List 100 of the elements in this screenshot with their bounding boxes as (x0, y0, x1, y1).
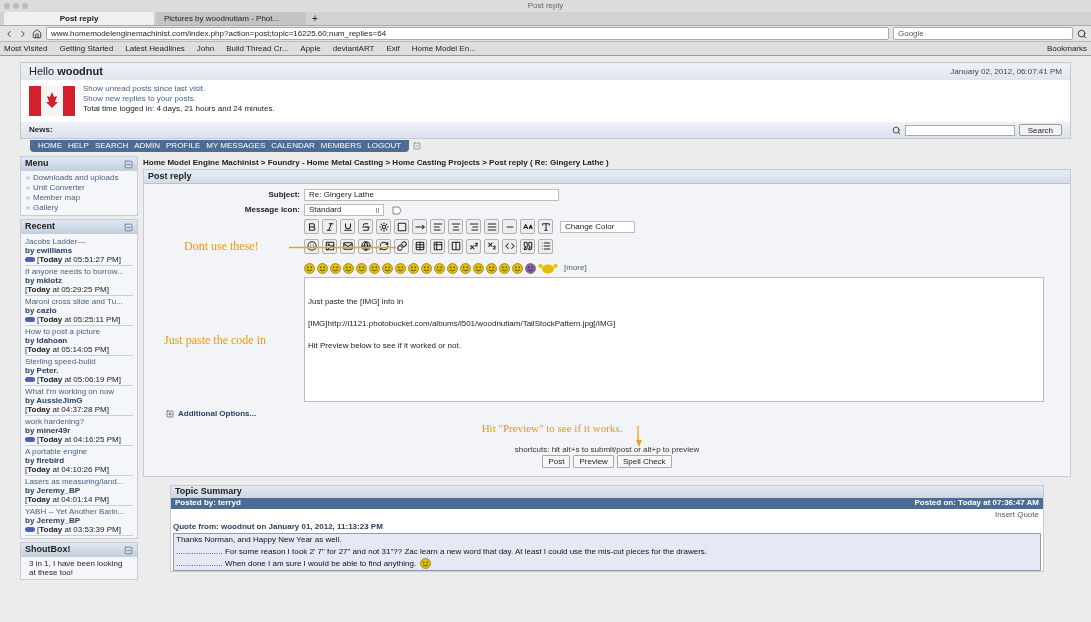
more-link[interactable]: [more] (564, 262, 587, 274)
form-button[interactable]: Spell Check (616, 454, 672, 468)
topic-link[interactable]: Lasers as measuring/land... (25, 477, 133, 486)
browser-tab[interactable]: Post reply (4, 12, 154, 25)
table-row-icon[interactable] (430, 238, 445, 254)
align-center-icon[interactable] (448, 219, 463, 234)
code-icon[interactable] (502, 238, 517, 254)
header-link[interactable]: Show unread posts since last visit. (83, 84, 206, 93)
topic-link[interactable]: work hardening? (25, 417, 133, 426)
new-tab-button[interactable]: + (308, 13, 322, 25)
table-icon[interactable] (412, 238, 427, 254)
topic-link[interactable]: If anyone needs to borrow... (25, 267, 133, 276)
align-left-icon[interactable] (430, 219, 445, 234)
author-link[interactable]: by Jeremy_BP (25, 516, 133, 525)
italic-icon[interactable] (322, 219, 337, 234)
search-icon[interactable] (891, 125, 901, 135)
form-button[interactable]: Post (542, 454, 571, 468)
message-icon-select[interactable]: Standard (304, 204, 384, 216)
superscript-icon[interactable] (466, 238, 481, 254)
expand-icon[interactable] (166, 410, 174, 418)
topic-link[interactable]: YABH -- Yet Another Barin... (25, 507, 133, 516)
link-icon[interactable] (394, 238, 409, 254)
underline-icon[interactable] (340, 219, 355, 234)
menu-link[interactable]: Gallery (33, 203, 59, 213)
author-link[interactable]: by Peter. (25, 366, 133, 375)
author-link[interactable]: by ewilliams (25, 246, 133, 255)
post-time: [Today at 05:29:25 PM] (25, 285, 109, 294)
additional-options-link[interactable]: Additional Options... (178, 408, 257, 420)
author-link[interactable]: by miner49r (25, 426, 133, 435)
topic-link[interactable]: Sterling speed-build (25, 357, 133, 366)
refresh-icon[interactable] (376, 238, 391, 254)
annotation-text: Dont use these! (183, 238, 260, 255)
menu-link[interactable]: Unit Converter (33, 183, 85, 193)
bookmark-item[interactable]: Home Model En... (411, 42, 476, 55)
nav-link[interactable]: MY MESSAGES (206, 140, 266, 152)
nav-link[interactable]: HOME (38, 140, 62, 152)
bookmark-item[interactable]: Build Thread Cr... (226, 42, 289, 55)
author-link[interactable]: by cazlo (25, 306, 133, 315)
topic-link[interactable]: Maroni cross slide and Tu... (25, 297, 133, 306)
align-justify-icon[interactable] (484, 219, 499, 234)
bookmark-item[interactable]: deviantART (332, 42, 375, 55)
bold-icon[interactable] (304, 219, 319, 234)
image-icon[interactable] (322, 238, 337, 254)
nav-link[interactable]: CALENDAR (271, 140, 315, 152)
search-field[interactable]: Google (893, 27, 1073, 40)
post-time: [Today at 05:06:19 PM] (37, 375, 121, 384)
bookmark-item[interactable]: Latest Headlines (125, 42, 185, 55)
collapse-icon[interactable] (124, 545, 133, 555)
topic-link[interactable]: A portable engine (25, 447, 133, 456)
subject-field[interactable]: Re: Gingery Lathe (304, 189, 559, 201)
search-field[interactable] (904, 124, 1015, 136)
back-icon[interactable] (4, 28, 14, 39)
browser-tab[interactable]: Pictures by woodnutiam - Phot... (156, 12, 306, 25)
author-link[interactable]: by Jeremy_BP (25, 486, 133, 495)
forward-icon[interactable] (18, 28, 28, 39)
bookmark-item[interactable]: John (196, 42, 215, 55)
bookmark-item[interactable]: Getting Started (59, 42, 114, 55)
menu-link[interactable]: Downloads and uploads (33, 173, 119, 183)
font-size-icon[interactable] (520, 219, 535, 234)
nav-link[interactable]: SEARCH (94, 140, 129, 152)
subscript-icon[interactable] (484, 238, 499, 254)
bookmark-item[interactable]: Apple (300, 42, 321, 55)
change-color-select[interactable]: Change Color (560, 220, 635, 233)
nav-link[interactable]: ADMIN (134, 140, 161, 152)
author-link[interactable]: by mklotz (25, 276, 133, 285)
insert-quote-link[interactable]: Insert Quote (994, 508, 1039, 521)
menu-link[interactable]: Member map (33, 193, 81, 203)
collapse-icon[interactable] (124, 159, 133, 169)
post-time: [Today at 04:16:25 PM] (37, 435, 121, 444)
font-color-icon[interactable] (538, 219, 553, 234)
nav-link[interactable]: LOGOUT (367, 140, 402, 152)
table-column-icon[interactable] (448, 238, 463, 254)
bookmarks-menu[interactable]: Bookmarks (1047, 42, 1087, 55)
home-icon[interactable] (32, 28, 42, 39)
collapse-icon[interactable] (124, 222, 133, 232)
align-right-icon[interactable] (466, 219, 481, 234)
search-button[interactable]: Search (1018, 124, 1062, 136)
author-link[interactable]: by firebird (25, 456, 133, 465)
bookmark-item[interactable]: Exif (386, 42, 400, 55)
message-field[interactable]: Just paste the [IMG] info in [IMG]http://i1121.photobucket.com/albums/l501/woodnutiam/TailStockPattern.jpg[/IMG] Hit Preview below to see if it worked or not. (304, 277, 1044, 402)
posted-on: Posted on: Today at 07:36:47 AM (914, 497, 1039, 509)
form-button[interactable]: Preview (573, 454, 614, 468)
author-link[interactable]: by Idahoan (25, 336, 133, 345)
glow-icon[interactable] (376, 219, 391, 234)
globe-icon[interactable] (358, 238, 373, 254)
strikethrough-icon[interactable] (358, 219, 373, 234)
mail-icon[interactable] (340, 238, 355, 254)
topic-link[interactable]: How to post a picture (25, 327, 133, 336)
topic-link[interactable]: What I'm working on now (25, 387, 133, 396)
nav-link[interactable]: MEMBERS (320, 140, 362, 152)
quote-icon[interactable] (520, 238, 535, 254)
shadow-icon[interactable] (394, 219, 409, 234)
address-bar[interactable]: www.homemodelenginemachinist.com/index.php?action=post;topic=16225.60;num_replies=64 (46, 27, 889, 40)
header-link[interactable]: Show new replies to your posts. (83, 94, 196, 103)
search-icon[interactable] (1077, 28, 1087, 39)
bookmark-item[interactable]: Most Visited (4, 42, 48, 55)
topic-link[interactable]: Jacobs Ladder--- (25, 237, 133, 246)
nav-link[interactable]: PROFILE (166, 140, 201, 152)
author-link[interactable]: by AussieJimG (25, 396, 133, 405)
nav-link[interactable]: HELP (68, 140, 89, 152)
